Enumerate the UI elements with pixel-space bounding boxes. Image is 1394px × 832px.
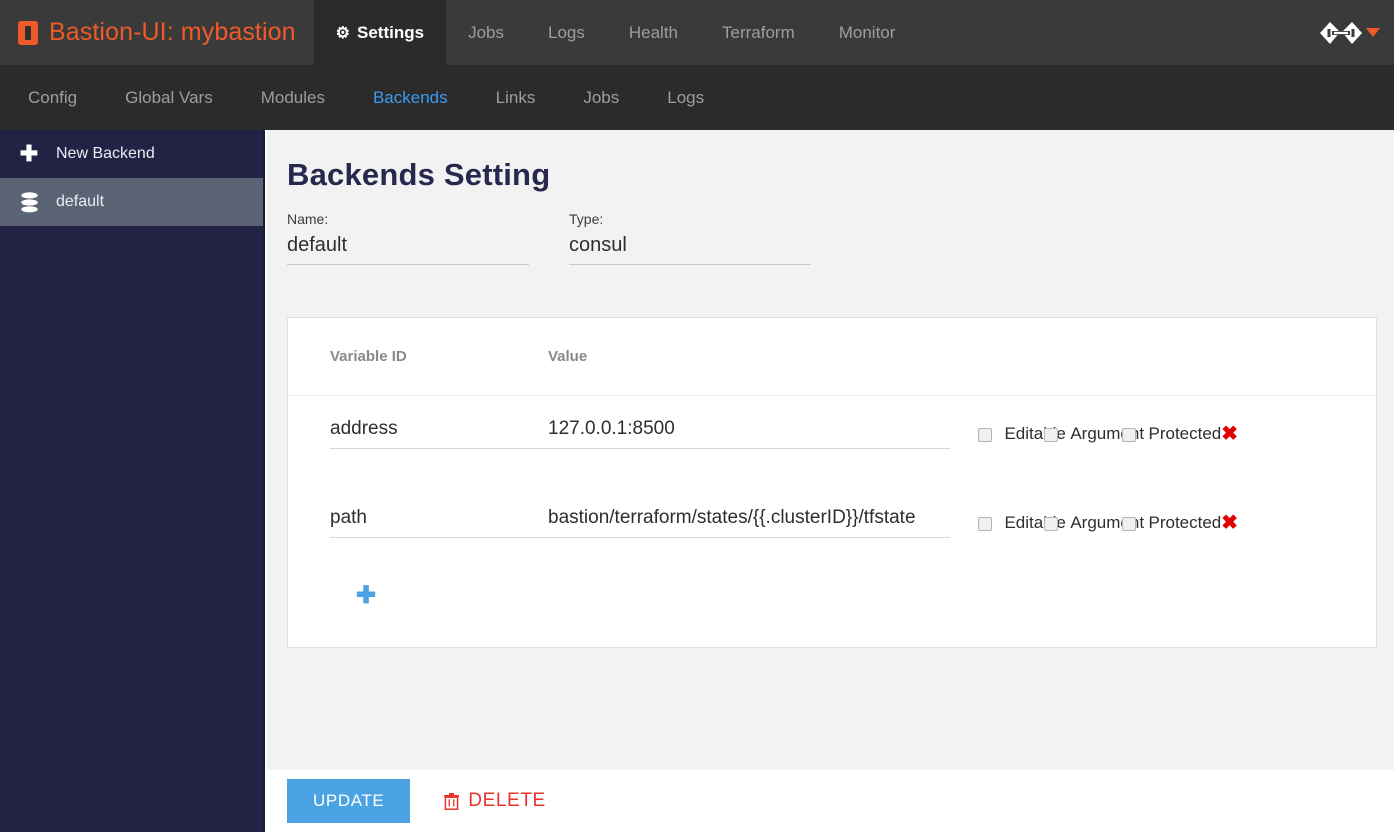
brand-title: Bastion-UI: mybastion	[49, 18, 296, 46]
tab-terraform[interactable]: Terraform	[700, 0, 817, 65]
protected-checkbox[interactable]	[1122, 427, 1137, 442]
page-title: Backends Setting	[287, 157, 551, 192]
backend-meta-form: Name: Type:	[267, 193, 1394, 265]
main-content: Backends Setting Name: Type: Variable ID…	[267, 130, 1394, 770]
tab-settings-label: Settings	[357, 22, 425, 42]
tab-monitor[interactable]: Monitor	[817, 0, 918, 65]
bastion-logo-icon	[18, 20, 38, 45]
variables-card: Variable ID Value Editable Argument	[287, 317, 1377, 648]
tab-terraform-label: Terraform	[722, 22, 795, 42]
row-variable-id-cell	[288, 505, 552, 538]
tab-health[interactable]: Health	[607, 0, 700, 65]
add-row-container: ✚	[288, 574, 1376, 608]
argument-checkbox[interactable]	[1043, 427, 1058, 442]
action-footer: UPDATE DELETE	[267, 770, 1394, 832]
remove-row-icon[interactable]: ✖	[1221, 424, 1238, 444]
subnav-item-links[interactable]: Links	[472, 88, 560, 108]
subnav-item-modules[interactable]: Modules	[237, 88, 349, 108]
sidebar-item-new-backend-label: New Backend	[56, 145, 155, 162]
top-navbar: Bastion-UI: mybastion ⚙ Settings Jobs Lo…	[0, 0, 1394, 65]
row-value-cell	[548, 505, 978, 538]
subnav-item-config[interactable]: Config	[0, 88, 101, 108]
row-variable-id-cell	[288, 416, 552, 449]
protected-label: Protected	[1148, 424, 1222, 443]
tab-jobs[interactable]: Jobs	[446, 0, 526, 65]
sidebar-item-new-backend[interactable]: ✚ New Backend	[0, 130, 263, 178]
protected-checkbox-group: Protected	[1122, 424, 1221, 444]
table-row: Editable Argument Protected ✖	[288, 485, 1376, 574]
argument-checkbox-group: Argument	[1043, 424, 1144, 444]
name-field-group: Name:	[287, 211, 529, 265]
database-icon	[12, 191, 46, 213]
name-field-label: Name:	[287, 211, 329, 227]
plus-icon: ✚	[19, 141, 39, 166]
tab-settings[interactable]: ⚙ Settings	[313, 0, 447, 65]
header-variable-id: Variable ID	[330, 348, 407, 365]
protected-checkbox-group: Protected	[1122, 513, 1221, 533]
subnav-item-logs[interactable]: Logs	[643, 88, 728, 108]
argument-checkbox-group: Argument	[1043, 513, 1144, 533]
caret-down-icon[interactable]	[1366, 28, 1380, 37]
sidebar-item-default-label: default	[56, 193, 105, 210]
tab-monitor-label: Monitor	[838, 22, 896, 42]
tab-jobs-label: Jobs	[468, 22, 504, 42]
subnav-item-global-vars[interactable]: Global Vars	[101, 88, 237, 108]
variable-id-input[interactable]	[330, 416, 552, 449]
row-flags-cell: Editable Argument Protected ✖	[978, 505, 1376, 539]
argument-checkbox[interactable]	[1043, 516, 1058, 531]
git-chainlink-icon[interactable]	[1318, 20, 1364, 46]
variable-value-input[interactable]	[548, 416, 950, 449]
name-input[interactable]	[287, 232, 529, 265]
sidebar-item-default[interactable]: default	[0, 178, 263, 226]
trash-icon	[444, 792, 460, 810]
secondary-nav: Config Global Vars Modules Backends Link…	[0, 65, 1394, 130]
header-value: Value	[548, 348, 588, 365]
tab-logs[interactable]: Logs	[526, 0, 607, 65]
tab-logs-label: Logs	[547, 22, 585, 42]
tab-health-label: Health	[628, 22, 678, 42]
sidebar: ✚ New Backend default	[0, 130, 265, 832]
type-field-label: Type:	[569, 211, 604, 227]
type-input[interactable]	[569, 232, 811, 265]
table-row: Editable Argument Protected ✖	[288, 396, 1376, 485]
delete-button[interactable]: DELETE	[428, 779, 562, 823]
subnav-item-backends[interactable]: Backends	[349, 88, 472, 108]
variable-id-input[interactable]	[330, 505, 552, 538]
row-value-cell	[548, 416, 978, 449]
primary-nav-tabs: ⚙ Settings Jobs Logs Health Terraform Mo…	[313, 0, 918, 65]
row-flags-cell: Editable Argument Protected ✖	[978, 416, 1376, 450]
remove-row-icon[interactable]: ✖	[1221, 513, 1238, 533]
delete-button-label: DELETE	[468, 790, 546, 811]
plus-icon[interactable]: ✚	[356, 584, 376, 608]
brand[interactable]: Bastion-UI: mybastion	[0, 0, 314, 65]
variables-table-header: Variable ID Value	[288, 318, 1376, 396]
editable-checkbox-group: Editable	[978, 424, 1066, 444]
variable-value-input[interactable]	[548, 505, 950, 538]
gear-icon: ⚙	[335, 24, 350, 42]
protected-checkbox[interactable]	[1122, 516, 1137, 531]
type-field-group: Type:	[569, 211, 811, 265]
update-button[interactable]: UPDATE	[287, 779, 411, 823]
navbar-right-group	[1318, 0, 1394, 65]
subnav-item-jobs[interactable]: Jobs	[559, 88, 643, 108]
editable-checkbox-group: Editable	[978, 513, 1066, 533]
protected-label: Protected	[1148, 513, 1222, 532]
editable-checkbox[interactable]	[978, 516, 992, 531]
editable-checkbox[interactable]	[978, 427, 992, 442]
